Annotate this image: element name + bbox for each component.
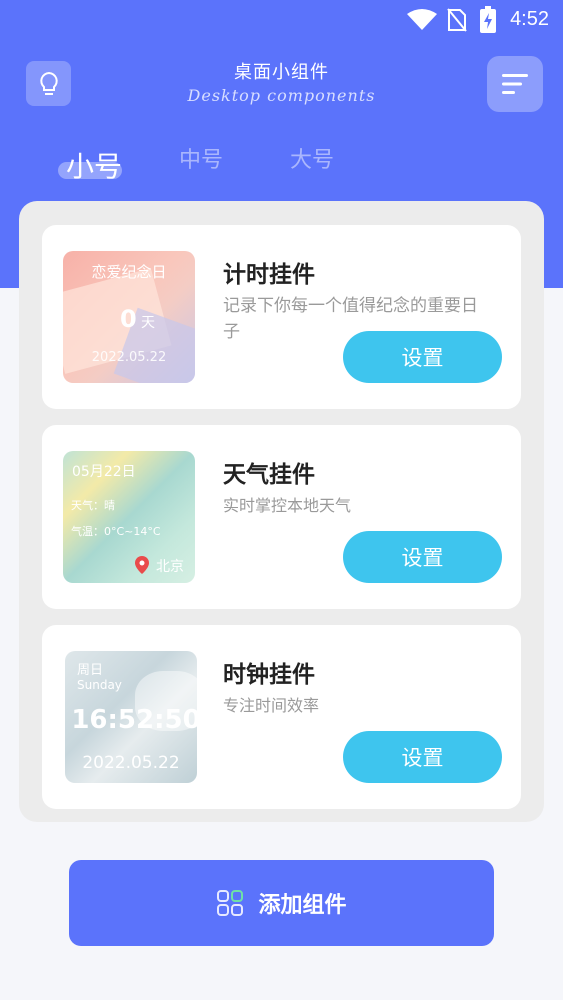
status-time: 4:52 bbox=[510, 8, 549, 30]
widget-card-timer: 恋爱纪念日 0 天 2022.05.22 计时挂件 记录下你每一个值得纪念的重要… bbox=[42, 225, 521, 409]
widgets-icon bbox=[217, 890, 244, 916]
clock-settings-button[interactable]: 设置 bbox=[343, 731, 502, 783]
widget-card-clock: 周日 Sunday 16:52:50 2022.05.22 时钟挂件 专注时间效… bbox=[42, 625, 521, 809]
weather-preview-city: 北京 bbox=[156, 559, 184, 575]
tab-large[interactable]: 大号 bbox=[290, 142, 334, 174]
location-pin-icon bbox=[135, 556, 149, 574]
card-description: 专注时间效率 bbox=[223, 696, 320, 715]
wifi-icon bbox=[407, 9, 437, 30]
timer-settings-button[interactable]: 设置 bbox=[343, 331, 502, 383]
clock-preview-weekday: 周日 bbox=[77, 663, 104, 678]
timer-preview-count: 0 bbox=[120, 305, 137, 333]
menu-icon bbox=[502, 74, 528, 94]
clock-preview-weekday-en: Sunday bbox=[77, 678, 122, 692]
menu-button[interactable] bbox=[487, 56, 543, 112]
clock-preview-time: 16:52:50 bbox=[71, 705, 197, 735]
app-subtitle: Desktop components bbox=[187, 86, 376, 105]
tab-small[interactable]: 小号 bbox=[66, 145, 122, 185]
timer-preview: 恋爱纪念日 0 天 2022.05.22 bbox=[63, 251, 195, 383]
add-widget-button[interactable]: 添加组件 bbox=[69, 860, 494, 946]
app-title: 桌面小组件 bbox=[234, 62, 329, 83]
tab-medium[interactable]: 中号 bbox=[179, 142, 223, 174]
status-bar: 4:52 bbox=[0, 0, 563, 40]
widget-card-weather: 05月22日 天气：晴 气温：0°C~14°C 北京 天气挂件 实时掌控本地天气… bbox=[42, 425, 521, 609]
card-title: 天气挂件 bbox=[223, 462, 315, 488]
weather-preview: 05月22日 天气：晴 气温：0°C~14°C 北京 bbox=[63, 451, 195, 583]
card-description: 实时掌控本地天气 bbox=[223, 496, 352, 515]
clock-preview-date: 2022.05.22 bbox=[82, 753, 180, 773]
card-title: 计时挂件 bbox=[223, 262, 315, 288]
add-widget-label: 添加组件 bbox=[258, 893, 347, 918]
weather-settings-button[interactable]: 设置 bbox=[343, 531, 502, 583]
weather-preview-date: 05月22日 bbox=[72, 464, 136, 480]
timer-preview-date: 2022.05.22 bbox=[91, 350, 167, 365]
timer-preview-unit: 天 bbox=[141, 315, 155, 331]
clock-preview: 周日 Sunday 16:52:50 2022.05.22 bbox=[65, 651, 197, 783]
weather-preview-temperature: 气温：0°C~14°C bbox=[71, 525, 161, 538]
weather-preview-condition: 天气：晴 bbox=[71, 499, 115, 512]
battery-charging-icon bbox=[480, 6, 496, 33]
timer-preview-heading: 恋爱纪念日 bbox=[91, 263, 167, 281]
no-sim-icon bbox=[447, 8, 467, 32]
card-title: 时钟挂件 bbox=[223, 662, 315, 688]
